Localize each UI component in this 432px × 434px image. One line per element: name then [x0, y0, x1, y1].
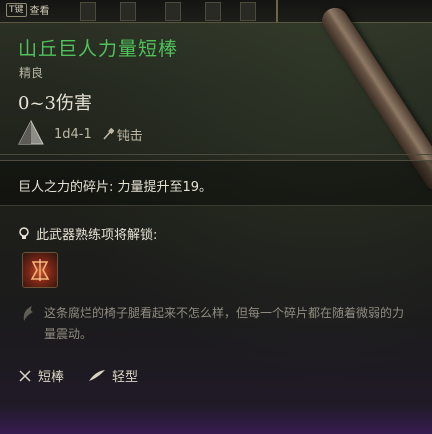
- bludgeon-icon: [103, 128, 114, 140]
- item-rarity: 精良: [19, 66, 44, 80]
- key-label: T键: [6, 2, 27, 17]
- ability-text: 巨人之力的碎片: 力量提升至19。: [18, 180, 213, 195]
- feather-icon: [89, 369, 106, 381]
- damage-dice: 1d4-1: [54, 126, 92, 142]
- lightbulb-icon: [19, 226, 29, 239]
- damage-type-label: 钝击: [116, 128, 143, 144]
- inventory-slot[interactable]: [240, 2, 256, 21]
- weapon-mastery-icon[interactable]: [22, 252, 58, 288]
- damage-dice-row: 1d4-1 钝击: [18, 120, 143, 148]
- weapon-tags: 短棒 轻型: [18, 366, 138, 385]
- club-tag-icon: [19, 369, 31, 382]
- tag-light[interactable]: 轻型: [112, 366, 138, 385]
- quill-icon: [23, 306, 33, 321]
- inventory-slot[interactable]: [165, 2, 181, 21]
- examine-label: 查看: [29, 6, 50, 17]
- mastery-unlock-row: 此武器熟练项将解锁:: [18, 224, 157, 243]
- weapon-mastery-glyph-icon: [30, 259, 50, 281]
- equipment-slot-frame: [276, 0, 432, 22]
- top-strip: T键 查看: [0, 0, 432, 23]
- examine-hint[interactable]: T键 查看: [6, 2, 50, 17]
- item-tooltip: T键 查看 山丘巨人力量短棒 精良 0~3伤害 1d4-1 钝击 巨人之力的碎片…: [0, 0, 432, 434]
- inventory-slot[interactable]: [205, 2, 221, 21]
- item-name: 山丘巨人力量短棒: [18, 38, 179, 60]
- divider: [0, 154, 432, 155]
- d4-die-icon: [18, 120, 44, 145]
- tag-club[interactable]: 短棒: [38, 366, 64, 385]
- unlock-heading: 此武器熟练项将解锁:: [36, 228, 158, 243]
- inventory-slot[interactable]: [80, 2, 96, 21]
- flavor-text: 这条腐烂的椅子腿看起来不怎么样，但每一个碎片都在随着微弱的力量震动。: [44, 306, 405, 341]
- tooltip-footer-glow: [0, 405, 432, 434]
- damage-type: 钝击: [102, 125, 143, 144]
- item-damage: 0~3伤害: [18, 93, 92, 114]
- inventory-slot[interactable]: [120, 2, 136, 21]
